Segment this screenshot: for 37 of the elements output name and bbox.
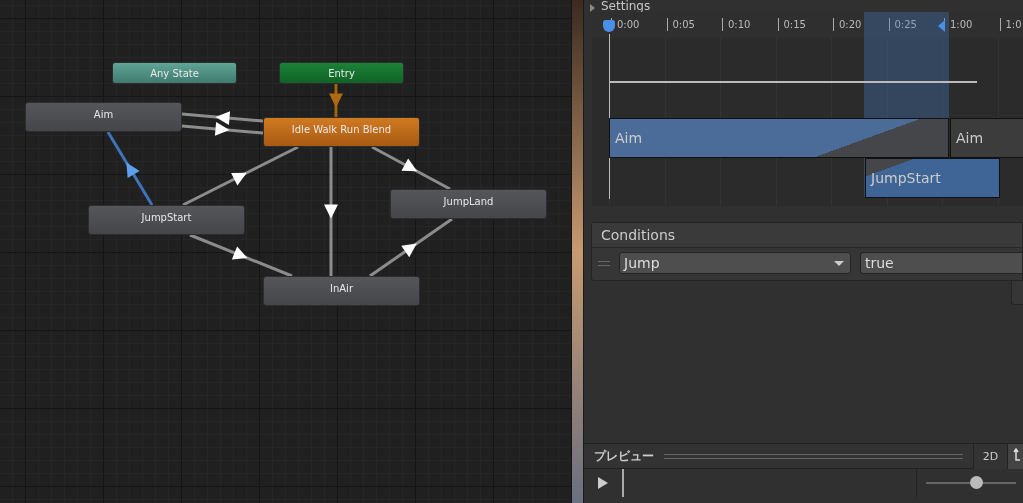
start-marker-icon[interactable] [603, 20, 615, 32]
conditions-title: Conditions [592, 223, 1022, 248]
time-tick-label: 0:20 [833, 18, 862, 31]
axis-arrows-icon [1010, 447, 1021, 462]
time-tick-label: 0:15 [777, 18, 806, 31]
pivot-button[interactable] [1007, 443, 1023, 469]
animation-clip-bar[interactable]: JumpStart [865, 158, 1000, 198]
section-title: Settings [601, 0, 651, 12]
preview-title: プレビュー [594, 447, 654, 465]
drag-handle-icon[interactable] [598, 260, 610, 266]
animation-clip-bar[interactable]: Aim [950, 118, 1023, 158]
transition-arrow[interactable] [324, 147, 338, 276]
end-marker-icon[interactable] [938, 20, 945, 32]
graph-canvas[interactable]: Any State Entry Aim Idle Walk Run Blend JumpStart JumpLand InAir [0, 0, 572, 503]
state-node[interactable]: Aim [25, 102, 182, 132]
state-node[interactable]: InAir [263, 276, 420, 306]
transition-arrow[interactable] [181, 111, 264, 126]
transition-arrow[interactable] [371, 145, 451, 191]
time-tick-label: 0:25 [888, 18, 917, 31]
transition-arrow[interactable] [106, 131, 154, 206]
value-dropdown[interactable]: true [860, 252, 1022, 274]
state-node[interactable]: Entry [279, 62, 404, 84]
play-icon [598, 477, 608, 489]
timeline-ruler[interactable]: 0:00 0:05 0:10 0:15 0:20 0:25 1:00 1:0 [592, 12, 1023, 38]
transition-arrow[interactable] [181, 121, 264, 136]
time-tick-label: 1:0 [999, 18, 1022, 31]
mode-2d-button[interactable]: 2D [973, 443, 1007, 469]
slider-thumb[interactable] [969, 476, 983, 489]
timeline-panel[interactable]: 0:00 0:05 0:10 0:15 0:20 0:25 1:00 1:0 Aim Aim JumpStart [592, 12, 1023, 206]
state-node[interactable]: JumpStart [88, 205, 245, 235]
time-tick-label: 1:00 [944, 18, 973, 31]
time-tick-label: 0:10 [722, 18, 751, 31]
state-node[interactable]: JumpLand [390, 189, 547, 219]
parameter-dropdown[interactable]: Jump [619, 252, 851, 274]
transition-arrow[interactable] [189, 233, 293, 278]
caret-icon [834, 260, 844, 266]
time-tick-label: 0:05 [666, 18, 695, 31]
